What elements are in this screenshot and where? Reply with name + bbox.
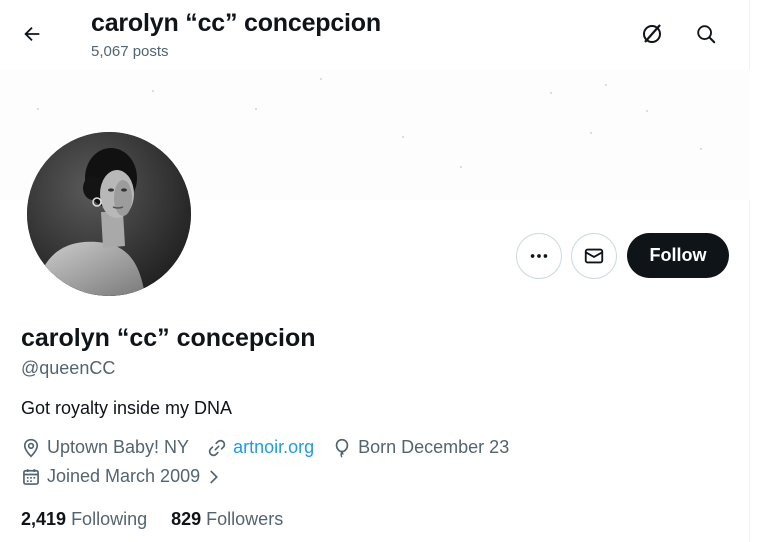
calendar-icon: [23, 468, 39, 485]
profile-page: carolyn “cc” concepcion 5,067 posts Foll…: [0, 0, 758, 542]
follow-button[interactable]: Follow: [627, 233, 729, 278]
followers-link[interactable]: 829 Followers: [171, 509, 283, 530]
message-button[interactable]: [571, 233, 617, 279]
profile-avatar[interactable]: [24, 129, 194, 299]
user-handle: @queenCC: [21, 358, 116, 378]
back-button[interactable]: [14, 16, 50, 52]
search-button[interactable]: [688, 16, 724, 52]
profile-meta-row-joined[interactable]: Joined March 2009: [21, 466, 246, 487]
website-item: artnoir.org: [207, 437, 314, 458]
avatar-photo: [27, 132, 191, 296]
following-label: Following: [71, 509, 148, 529]
followers-count: 829: [171, 509, 202, 529]
follow-stats: 2,419 Following 829 Followers: [21, 509, 307, 530]
following-count: 2,419: [21, 509, 67, 529]
location-item: Uptown Baby! NY: [21, 437, 189, 458]
joined-item[interactable]: Joined March 2009: [21, 466, 228, 487]
followers-label: Followers: [206, 509, 284, 529]
profile-header: carolyn “cc” concepcion 5,067 posts: [0, 0, 750, 70]
grok-button[interactable]: [634, 16, 670, 52]
more-icon: [530, 254, 548, 258]
location-text: Uptown Baby! NY: [47, 437, 190, 457]
following-link[interactable]: 2,419 Following: [21, 509, 147, 530]
balloon-icon: [335, 438, 349, 458]
search-icon: [697, 25, 716, 44]
grok-icon: [643, 24, 661, 43]
arrow-left-icon: [24, 26, 40, 42]
chevron-right-icon: [210, 469, 219, 484]
more-button[interactable]: [516, 233, 562, 279]
posts-count: 5,067 posts: [91, 43, 169, 60]
header-title: carolyn “cc” concepcion: [91, 9, 381, 37]
envelope-icon: [584, 248, 604, 264]
profile-meta-row: Uptown Baby! NY artnoir.org Born Decembe…: [21, 437, 527, 458]
birthday-item: Born December 23: [332, 437, 509, 458]
link-icon: [208, 439, 226, 456]
website-link[interactable]: artnoir.org: [233, 437, 314, 458]
location-pin-icon: [23, 438, 39, 458]
birthday-text: Born December 23: [358, 437, 510, 457]
user-bio: Got royalty inside my DNA: [21, 398, 233, 418]
display-name: carolyn “cc” concepcion: [21, 324, 316, 352]
joined-text: Joined March 2009: [47, 466, 201, 486]
